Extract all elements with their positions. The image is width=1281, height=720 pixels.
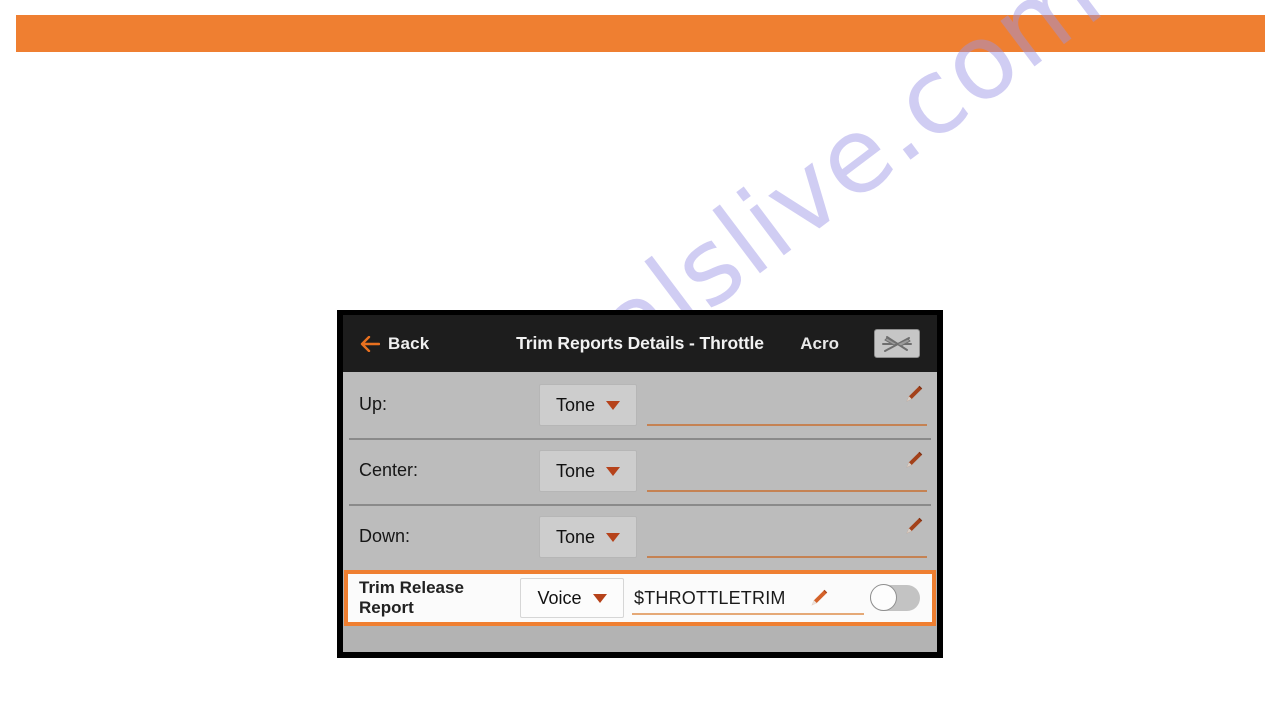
table-row-center[interactable]: Center: Tone [343,438,937,504]
airplane-icon [882,335,912,352]
device-screenshot-frame: Back Trim Reports Details - Throttle Acr… [337,310,943,658]
report-type-value-up: Tone [555,394,596,415]
pencil-icon[interactable] [903,383,925,405]
pencil-icon[interactable] [903,449,925,471]
flight-mode-label: Acro [800,333,839,353]
report-type-value-center: Tone [555,460,596,481]
row-label-trim-release-report: Trim Release Report [359,577,464,617]
report-text-input-up[interactable] [647,381,927,429]
report-text-input-trim-release[interactable]: $THROTTLETRIM [632,578,864,618]
report-type-value-trim-release: Voice [537,587,582,608]
table-row-up[interactable]: Up: Tone [343,372,937,438]
device-screen: Back Trim Reports Details - Throttle Acr… [343,315,937,652]
report-type-select-down[interactable]: Tone [539,516,637,558]
page-title: Trim Reports Details - Throttle [516,333,764,353]
report-type-select-up[interactable]: Tone [539,384,637,426]
toggle-knob [870,584,897,611]
table-row-down[interactable]: Down: Tone [343,504,937,570]
report-text-input-down[interactable] [647,513,927,561]
pencil-icon[interactable] [808,587,830,609]
report-text-value-trim-release: $THROTTLETRIM [634,587,786,608]
app-header: Back Trim Reports Details - Throttle Acr… [343,315,937,372]
screen-bottom-filler [343,626,937,652]
chevron-down-icon [606,400,621,410]
field-underline-trim-release [632,613,864,615]
report-type-select-center[interactable]: Tone [539,450,637,492]
row-label-center: Center: [359,460,419,481]
model-select-button[interactable] [874,329,920,358]
pencil-icon[interactable] [903,515,925,537]
row-label-down: Down: [359,526,411,547]
report-type-value-down: Tone [555,526,596,547]
trim-release-report-toggle[interactable] [870,584,920,611]
report-type-select-trim-release[interactable]: Voice [520,578,624,618]
chevron-down-icon [606,532,621,542]
field-underline-up [647,424,927,426]
top-orange-banner [16,15,1265,52]
field-underline-down [647,556,927,558]
report-text-input-center[interactable] [647,447,927,495]
row-label-up: Up: [359,394,388,415]
field-underline-center [647,490,927,492]
chevron-down-icon [592,593,607,603]
table-row-trim-release-report[interactable]: Trim Release Report Voice $THROTTLETRIM [344,570,936,626]
chevron-down-icon [606,466,621,476]
